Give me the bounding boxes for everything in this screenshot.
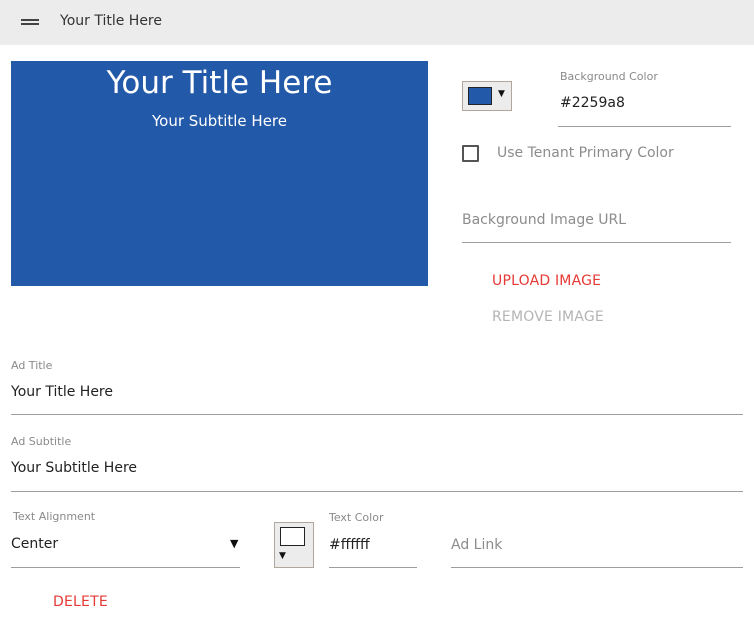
use-tenant-primary-color-label: Use Tenant Primary Color: [497, 145, 674, 161]
background-image-url-input[interactable]: Background Image URL: [462, 212, 626, 228]
app-bar: Your Title Here: [0, 0, 754, 45]
text-color-swatch: [280, 527, 305, 546]
text-color-input[interactable]: #ffffff: [329, 537, 370, 553]
ad-preview: Your Title Here Your Subtitle Here: [11, 61, 428, 286]
background-color-input[interactable]: #2259a8: [560, 95, 625, 111]
ad-subtitle-label: Ad Subtitle: [11, 435, 72, 448]
remove-image-button[interactable]: REMOVE IMAGE: [492, 309, 604, 325]
hamburger-menu-icon[interactable]: [21, 16, 39, 28]
text-alignment-label: Text Alignment: [13, 510, 96, 523]
app-bar-title: Your Title Here: [60, 13, 162, 29]
upload-image-button[interactable]: UPLOAD IMAGE: [492, 273, 601, 289]
text-color-label: Text Color: [329, 511, 384, 524]
ad-title-underline: [11, 414, 743, 415]
background-color-underline: [558, 126, 731, 127]
ad-link-input[interactable]: Ad Link: [451, 537, 502, 553]
dropdown-arrow-icon: ▼: [498, 89, 505, 99]
use-tenant-primary-color-checkbox[interactable]: [462, 145, 479, 162]
background-color-picker-button[interactable]: ▼: [462, 81, 512, 111]
ad-subtitle-input[interactable]: Your Subtitle Here: [11, 460, 137, 476]
dropdown-arrow-icon: ▼: [279, 551, 286, 561]
preview-subtitle: Your Subtitle Here: [151, 112, 287, 130]
preview-title: Your Title Here: [106, 65, 333, 101]
text-alignment-select[interactable]: Center: [11, 536, 58, 552]
ad-title-input[interactable]: Your Title Here: [11, 384, 113, 400]
ad-link-underline: [451, 567, 743, 568]
background-color-label: Background Color: [560, 70, 658, 83]
delete-button[interactable]: DELETE: [53, 594, 108, 610]
ad-subtitle-underline: [11, 491, 743, 492]
text-alignment-underline: [11, 567, 240, 568]
text-color-underline: [329, 567, 417, 568]
background-image-url-underline: [462, 242, 731, 243]
background-color-swatch: [468, 87, 492, 105]
ad-title-label: Ad Title: [11, 359, 53, 372]
text-color-picker-button[interactable]: ▼: [274, 522, 314, 568]
dropdown-arrow-icon[interactable]: ▼: [230, 537, 238, 550]
